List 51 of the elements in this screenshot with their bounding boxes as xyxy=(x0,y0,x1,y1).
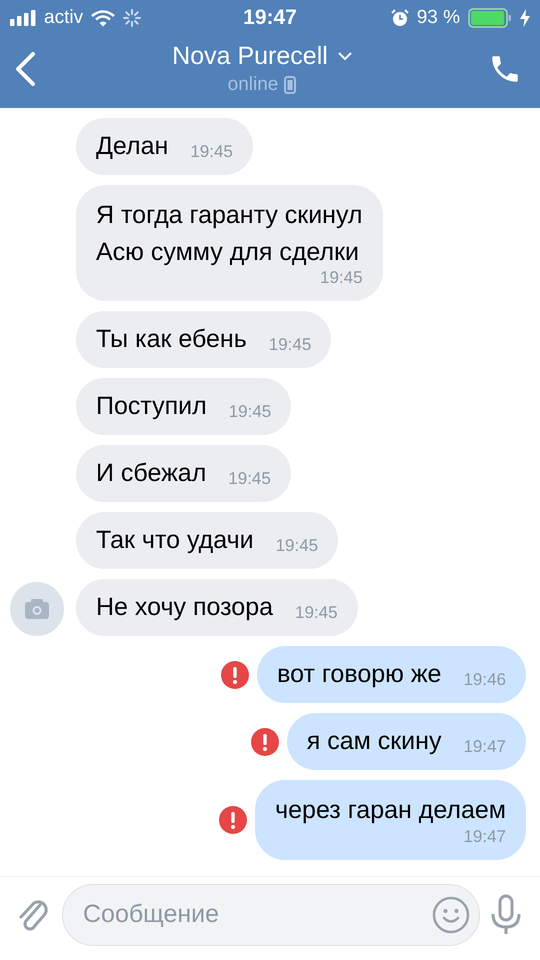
error-icon[interactable] xyxy=(221,660,250,689)
message-time: 19:45 xyxy=(320,268,363,289)
message-field[interactable]: Сообщение xyxy=(62,884,480,946)
message-bubble[interactable]: И сбежал 19:45 xyxy=(76,445,291,502)
phone-device-icon xyxy=(284,76,296,94)
contact-name[interactable]: Nova Purecell xyxy=(172,42,328,71)
message-text: я сам скину xyxy=(306,726,442,758)
alarm-icon xyxy=(390,9,409,27)
battery-percent: 93 % xyxy=(416,7,460,29)
message-time: 19:46 xyxy=(463,670,506,691)
error-icon[interactable] xyxy=(219,806,248,834)
message-bubble[interactable]: Поступил 19:45 xyxy=(76,378,292,436)
message-text: через гаран делаем xyxy=(275,795,506,826)
message-bubble[interactable]: я сам скину 19:47 xyxy=(286,713,526,770)
status-time: 19:47 xyxy=(242,6,298,30)
message-text: вот говорю же xyxy=(277,659,442,690)
message-bubble[interactable]: Делан 19:45 xyxy=(76,118,253,176)
message-bubble[interactable]: Ты как ебень 19:45 xyxy=(76,311,332,368)
message-time: 19:47 xyxy=(463,826,506,848)
message-time: 19:45 xyxy=(276,536,318,557)
message-text: Не хочу позора xyxy=(96,592,274,624)
message-text: Делан xyxy=(96,131,168,162)
message-time: 19:45 xyxy=(190,142,233,164)
chevron-down-icon[interactable] xyxy=(338,52,352,61)
battery-icon xyxy=(468,8,512,28)
charging-icon xyxy=(520,9,530,27)
emoji-icon[interactable] xyxy=(432,896,470,934)
message-time: 19:45 xyxy=(228,468,271,490)
signal-icon xyxy=(10,10,36,26)
avatar-placeholder-icon[interactable] xyxy=(10,582,64,636)
microphone-icon[interactable] xyxy=(490,894,522,936)
loading-icon xyxy=(123,9,142,27)
message-text: И сбежал xyxy=(96,458,206,490)
message-bubble[interactable]: Я тогда гаранту скинул Асю сумму для сделки 19:45 xyxy=(76,185,383,302)
message-text: Я тогда гаранту скинул Асю сумму для сделки xyxy=(96,200,363,268)
message-text: Ты как ебень xyxy=(96,324,247,356)
message-bubble[interactable]: вот говорю же 19:46 xyxy=(257,646,526,704)
back-icon[interactable] xyxy=(14,51,36,87)
error-icon[interactable] xyxy=(250,728,279,756)
online-status: online xyxy=(228,74,278,96)
message-time: 19:45 xyxy=(268,334,312,356)
carrier-name: activ xyxy=(44,7,84,29)
message-text: Так что удачи xyxy=(96,525,254,556)
message-bubble[interactable]: через гаран делаем 19:47 xyxy=(255,780,526,860)
message-text: Поступил xyxy=(96,391,207,422)
message-time: 19:47 xyxy=(463,736,506,758)
message-bubble[interactable]: Не хочу позора 19:45 xyxy=(76,579,358,636)
message-time: 19:45 xyxy=(295,602,338,624)
wifi-icon xyxy=(91,10,116,26)
message-time: 19:45 xyxy=(228,402,272,423)
message-bubble[interactable]: Так что удачи 19:45 xyxy=(76,512,338,570)
